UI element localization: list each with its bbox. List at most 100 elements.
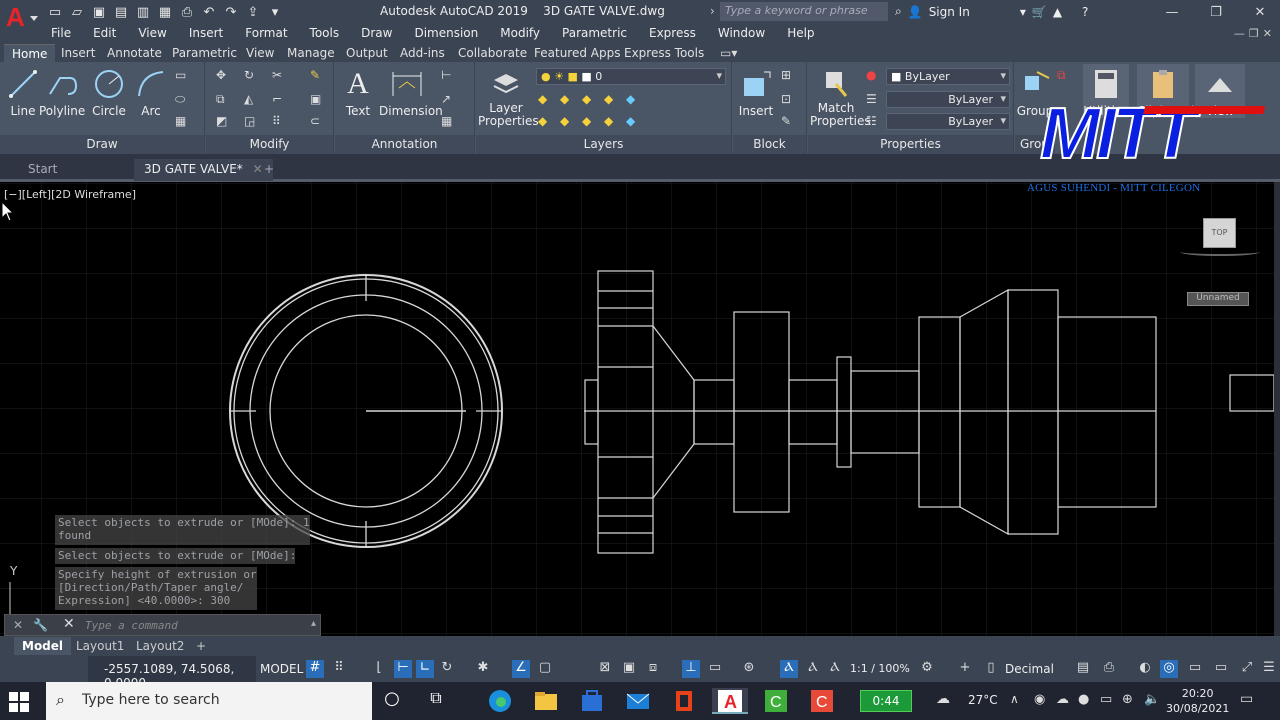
grid-toggle-icon[interactable]: # [306,660,324,678]
tab-layout2[interactable]: Layout2 [128,637,192,655]
search-input[interactable]: Type a keyword or phrase [720,2,888,21]
windows-start-icon[interactable] [8,691,30,713]
redo-icon[interactable]: ↷ [222,3,240,21]
store-icon[interactable] [578,688,606,714]
offset-icon[interactable]: ⊂ [310,114,328,132]
move-icon[interactable]: ✥ [216,68,234,86]
customize-qat-icon[interactable]: ▾ [266,3,284,21]
color-wheel-icon[interactable]: ● [866,68,884,86]
leader-icon[interactable]: ↗ [441,92,459,110]
viewcube-compass[interactable] [1180,248,1260,256]
drawing-window-controls[interactable]: —❐✕ [1234,27,1276,40]
polar-icon[interactable]: ↻ [438,660,456,678]
fullscreen-icon[interactable]: ⤢ [1238,660,1256,678]
lineweight-dropdown[interactable]: ByLayer [886,113,1010,130]
cart-icon[interactable]: 🛒 [1032,5,1047,19]
web-mobile-icon[interactable]: ▥ [134,3,152,21]
trim-icon[interactable]: ✂ [272,68,290,86]
viewport-controls-label[interactable]: [−][Left][2D Wireframe] [4,188,136,201]
restore-icon[interactable]: ❐ [1194,0,1238,24]
erase-icon[interactable]: ✎ [310,68,328,86]
hardware-acceleration-icon[interactable]: ◎ [1160,660,1178,678]
tab-express-tools[interactable]: Express Tools [616,44,712,62]
edit-attributes-icon[interactable]: ✎ [781,114,799,132]
vertical-scrollbar[interactable] [1274,182,1280,636]
draw-panel-title[interactable]: Draw [0,135,204,154]
customization-icon[interactable]: ▭ [1212,660,1230,678]
tab-manage[interactable]: Manage [279,44,343,62]
exchange-icon[interactable]: ▲ [1053,5,1062,19]
taskbar-search-input[interactable]: Type here to search [82,692,220,708]
recording-timer[interactable]: 0:44 [860,690,912,712]
binoculars-icon[interactable]: ⌕ [895,4,902,19]
menu-dimension[interactable]: Dimension [403,24,489,44]
isodraft-icon[interactable]: ✱ [474,660,492,678]
layer-freeze-icon[interactable]: ◆ [560,92,578,110]
polyline-button[interactable]: Polyline [39,64,85,118]
arc-button[interactable]: Arc [128,64,174,118]
lineweight-icon[interactable]: ☰ [866,92,884,110]
hatch-icon[interactable]: ▦ [175,114,193,132]
tab-layout1[interactable]: Layout1 [68,637,132,655]
minimize-icon[interactable]: — [1150,0,1194,24]
tab-current-drawing[interactable]: 3D GATE VALVE* ✕ [134,159,273,181]
ortho-icon[interactable]: ∟ [416,660,434,678]
match-properties-button[interactable]: Match Properties [810,64,871,128]
chevron-down-icon[interactable]: ▾ [1020,5,1026,19]
weather-icon[interactable]: ☁ [936,691,964,717]
linetype-dropdown[interactable]: ByLayer [886,91,1010,108]
camtasia-green-icon[interactable]: C [762,688,790,714]
annotation-scale-icon[interactable]: Ⲁ [826,660,844,678]
tab-collaborate[interactable]: Collaborate [450,44,535,62]
web-save-icon[interactable]: ▦ [156,3,174,21]
autocad-taskbar-icon[interactable]: A [712,688,748,714]
add-layout-icon[interactable]: + [188,637,214,655]
selection-cycling-icon[interactable]: ▣ [620,660,638,678]
viewcube[interactable]: TOP [1203,218,1236,248]
undo-icon[interactable]: ↶ [200,3,218,21]
annotation-panel-title[interactable]: Annotation [335,135,474,154]
tab-add-ins[interactable]: Add-ins [392,44,453,62]
3d-osnap-icon[interactable]: ⧈ [644,660,662,678]
menu-express[interactable]: Express [638,24,707,44]
edge-icon[interactable] [486,688,514,714]
wrench-icon[interactable]: 🔧 [33,618,48,632]
layer-current-icon[interactable]: ◆ [626,114,644,132]
copy-icon[interactable]: ⧉ [216,92,234,110]
modify-panel-title[interactable]: Modify [206,135,333,154]
clean-screen-icon[interactable]: ▭ [1186,660,1204,678]
layer-isolate-icon[interactable]: ◆ [538,92,556,110]
tab-featured-apps[interactable]: Featured Apps [526,44,628,62]
object-snap-icon[interactable]: ▢ [536,660,554,678]
tab-parametric[interactable]: Parametric [164,44,245,62]
menu-file[interactable]: File [40,24,82,44]
table-icon[interactable]: ▦ [441,114,459,132]
layers-panel-title[interactable]: Layers [476,135,731,154]
application-menu-button[interactable]: A [0,0,40,44]
layer-dropdown[interactable]: ● ☀ ■ ■ 0 [536,68,726,85]
close-command-icon[interactable]: ✕ [13,618,23,632]
plot-icon[interactable]: ⎙ [178,3,196,21]
scale-icon[interactable]: ◲ [244,114,262,132]
circle-button[interactable]: Circle [86,64,132,118]
mirror-icon[interactable]: ◭ [244,92,262,110]
close-icon[interactable]: ✕ [1238,0,1280,24]
workspace-gear-icon[interactable]: ⚙ [918,660,936,678]
tab-home[interactable]: Home [4,44,56,62]
units-icon[interactable]: ▯ [982,660,1000,678]
tab-model[interactable]: Model [14,637,72,655]
new-tab-icon[interactable]: + [254,159,284,181]
menu-draw[interactable]: Draw [350,24,403,44]
ellipse-icon[interactable]: ⬭ [175,92,193,110]
color-dropdown[interactable]: ■ ByLayer [886,68,1010,85]
help-icon[interactable]: ? [1082,5,1088,19]
tab-output[interactable]: Output [338,44,396,62]
file-explorer-icon[interactable] [532,688,560,714]
fillet-icon[interactable]: ⌐ [272,92,290,110]
menu-parametric[interactable]: Parametric [551,24,638,44]
transparency-icon[interactable]: ⊠ [596,660,614,678]
menu-tools[interactable]: Tools [299,24,351,44]
save-as-icon[interactable]: ▤ [112,3,130,21]
office-icon[interactable] [670,688,698,714]
search-expand-icon[interactable]: › [710,4,715,18]
